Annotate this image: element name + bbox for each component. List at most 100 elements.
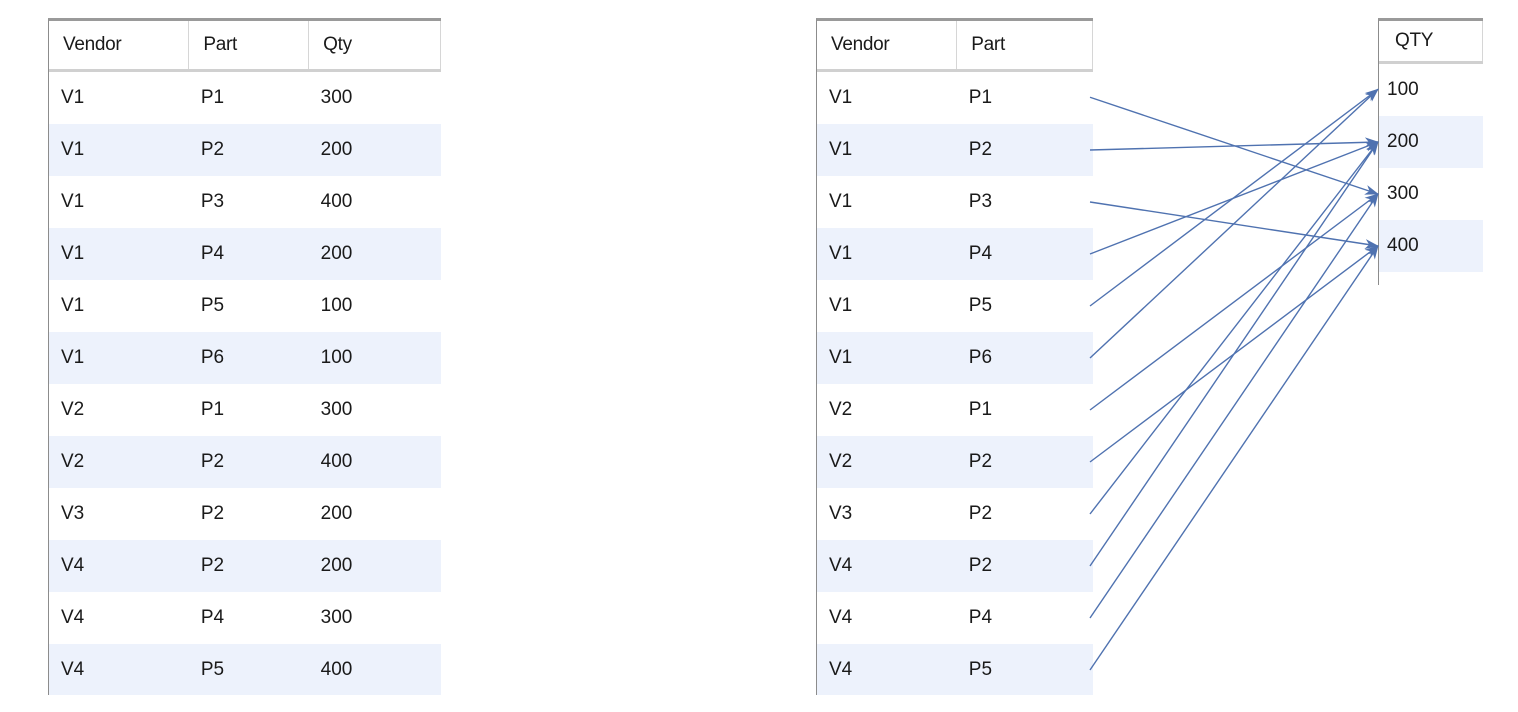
source-cell[interactable]: P1 <box>189 71 309 125</box>
vendor-part-cell[interactable]: P1 <box>957 384 1093 436</box>
qty-row[interactable]: 400 <box>1379 220 1483 272</box>
source-cell[interactable]: V4 <box>49 540 189 592</box>
vendor-part-column-header[interactable]: Vendor <box>817 21 958 72</box>
qty-cell[interactable]: 300 <box>1379 168 1483 220</box>
source-cell[interactable]: V4 <box>49 644 189 695</box>
source-cell[interactable]: V4 <box>49 592 189 644</box>
source-cell[interactable]: 400 <box>308 436 441 488</box>
vendor-part-row[interactable]: V4 P2 <box>817 540 1093 592</box>
vendor-part-cell[interactable]: V2 <box>817 384 957 436</box>
qty-row[interactable]: 100 <box>1379 63 1483 117</box>
source-row[interactable]: V2 P1 300 <box>49 384 441 436</box>
source-row[interactable]: V1 P5 100 <box>49 280 441 332</box>
source-cell[interactable]: V2 <box>49 384 189 436</box>
source-column-header[interactable]: Vendor <box>49 21 190 72</box>
source-row[interactable]: V1 P6 100 <box>49 332 441 384</box>
source-cell[interactable]: V1 <box>49 71 189 125</box>
source-cell[interactable]: P1 <box>189 384 309 436</box>
vendor-part-cell[interactable]: V4 <box>817 540 957 592</box>
source-cell[interactable]: P5 <box>188 644 309 695</box>
qty-column-header[interactable]: QTY <box>1379 21 1483 64</box>
vendor-part-cell[interactable]: P2 <box>956 436 1093 488</box>
source-row[interactable]: V1 P2 200 <box>49 124 441 176</box>
source-cell[interactable]: V1 <box>49 332 189 384</box>
source-cell[interactable]: P5 <box>189 280 309 332</box>
vendor-part-cell[interactable]: V3 <box>817 488 957 540</box>
qty-row[interactable]: 200 <box>1379 116 1483 168</box>
vendor-part-cell[interactable]: P3 <box>957 176 1093 228</box>
vendor-part-row[interactable]: V2 P2 <box>817 436 1093 488</box>
vendor-part-row[interactable]: V1 P3 <box>817 176 1093 228</box>
vendor-part-cell[interactable]: V1 <box>817 124 957 176</box>
source-cell[interactable]: 400 <box>309 176 441 228</box>
vendor-part-row[interactable]: V4 P5 <box>817 644 1093 695</box>
vendor-part-cell[interactable]: P2 <box>957 488 1093 540</box>
source-cell[interactable]: P2 <box>188 540 309 592</box>
qty-cell[interactable]: 200 <box>1379 116 1483 168</box>
source-cell[interactable]: P2 <box>188 124 309 176</box>
source-cell[interactable]: V1 <box>49 228 189 280</box>
source-cell[interactable]: 100 <box>309 280 441 332</box>
source-cell[interactable]: 300 <box>309 384 441 436</box>
vendor-part-cell[interactable]: V2 <box>817 436 957 488</box>
source-row[interactable]: V3 P2 200 <box>49 488 441 540</box>
source-cell[interactable]: P4 <box>189 592 309 644</box>
vendor-part-cell[interactable]: V1 <box>817 176 957 228</box>
vendor-part-cell[interactable]: V4 <box>817 644 957 695</box>
source-cell[interactable]: P3 <box>189 176 309 228</box>
vendor-part-cell[interactable]: V1 <box>817 71 957 125</box>
source-cell[interactable]: P4 <box>188 228 309 280</box>
vendor-part-cell[interactable]: V4 <box>817 592 957 644</box>
vendor-part-cell[interactable]: P4 <box>957 592 1093 644</box>
source-cell[interactable]: V1 <box>49 176 189 228</box>
source-cell[interactable]: 300 <box>309 592 441 644</box>
vendor-part-cell[interactable]: V1 <box>817 280 957 332</box>
vendor-part-cell[interactable]: P2 <box>956 540 1093 592</box>
source-cell[interactable]: V1 <box>49 124 189 176</box>
source-cell[interactable]: 200 <box>308 124 441 176</box>
vendor-part-cell[interactable]: P1 <box>957 71 1093 125</box>
vendor-part-header-row: Vendor Part <box>817 21 1093 72</box>
vendor-part-row[interactable]: V1 P5 <box>817 280 1093 332</box>
source-cell[interactable]: 200 <box>308 540 441 592</box>
source-cell[interactable]: V2 <box>49 436 189 488</box>
source-row[interactable]: V4 P5 400 <box>49 644 441 695</box>
vendor-part-row[interactable]: V4 P4 <box>817 592 1093 644</box>
vendor-part-cell[interactable]: P4 <box>956 228 1093 280</box>
vendor-part-row[interactable]: V1 P2 <box>817 124 1093 176</box>
source-row[interactable]: V1 P4 200 <box>49 228 441 280</box>
source-row[interactable]: V4 P4 300 <box>49 592 441 644</box>
vendor-part-row[interactable]: V1 P4 <box>817 228 1093 280</box>
mapping-arrow <box>1089 141 1379 255</box>
source-cell[interactable]: P6 <box>188 332 309 384</box>
source-column-header[interactable]: Part <box>188 21 310 72</box>
qty-cell[interactable]: 100 <box>1379 63 1483 117</box>
source-row[interactable]: V1 P1 300 <box>49 71 441 125</box>
source-column-header[interactable]: Qty <box>308 21 441 72</box>
source-cell[interactable]: V1 <box>49 280 189 332</box>
source-cell[interactable]: P2 <box>189 488 309 540</box>
vendor-part-row[interactable]: V3 P2 <box>817 488 1093 540</box>
source-row[interactable]: V2 P2 400 <box>49 436 441 488</box>
vendor-part-cell[interactable]: P6 <box>956 332 1093 384</box>
source-cell[interactable]: P2 <box>188 436 309 488</box>
vendor-part-row[interactable]: V1 P6 <box>817 332 1093 384</box>
qty-cell[interactable]: 400 <box>1379 220 1483 272</box>
source-cell[interactable]: 300 <box>309 71 441 125</box>
vendor-part-cell[interactable]: V1 <box>817 332 957 384</box>
vendor-part-column-header[interactable]: Part <box>956 21 1093 72</box>
vendor-part-row[interactable]: V1 P1 <box>817 71 1093 125</box>
source-cell[interactable]: 400 <box>308 644 441 695</box>
source-cell[interactable]: 200 <box>308 228 441 280</box>
source-cell[interactable]: 100 <box>308 332 441 384</box>
source-row[interactable]: V1 P3 400 <box>49 176 441 228</box>
vendor-part-cell[interactable]: P2 <box>956 124 1093 176</box>
source-cell[interactable]: 200 <box>309 488 441 540</box>
vendor-part-row[interactable]: V2 P1 <box>817 384 1093 436</box>
qty-row[interactable]: 300 <box>1379 168 1483 220</box>
vendor-part-cell[interactable]: P5 <box>957 280 1093 332</box>
source-row[interactable]: V4 P2 200 <box>49 540 441 592</box>
vendor-part-cell[interactable]: P5 <box>956 644 1093 695</box>
vendor-part-cell[interactable]: V1 <box>817 228 957 280</box>
source-cell[interactable]: V3 <box>49 488 189 540</box>
